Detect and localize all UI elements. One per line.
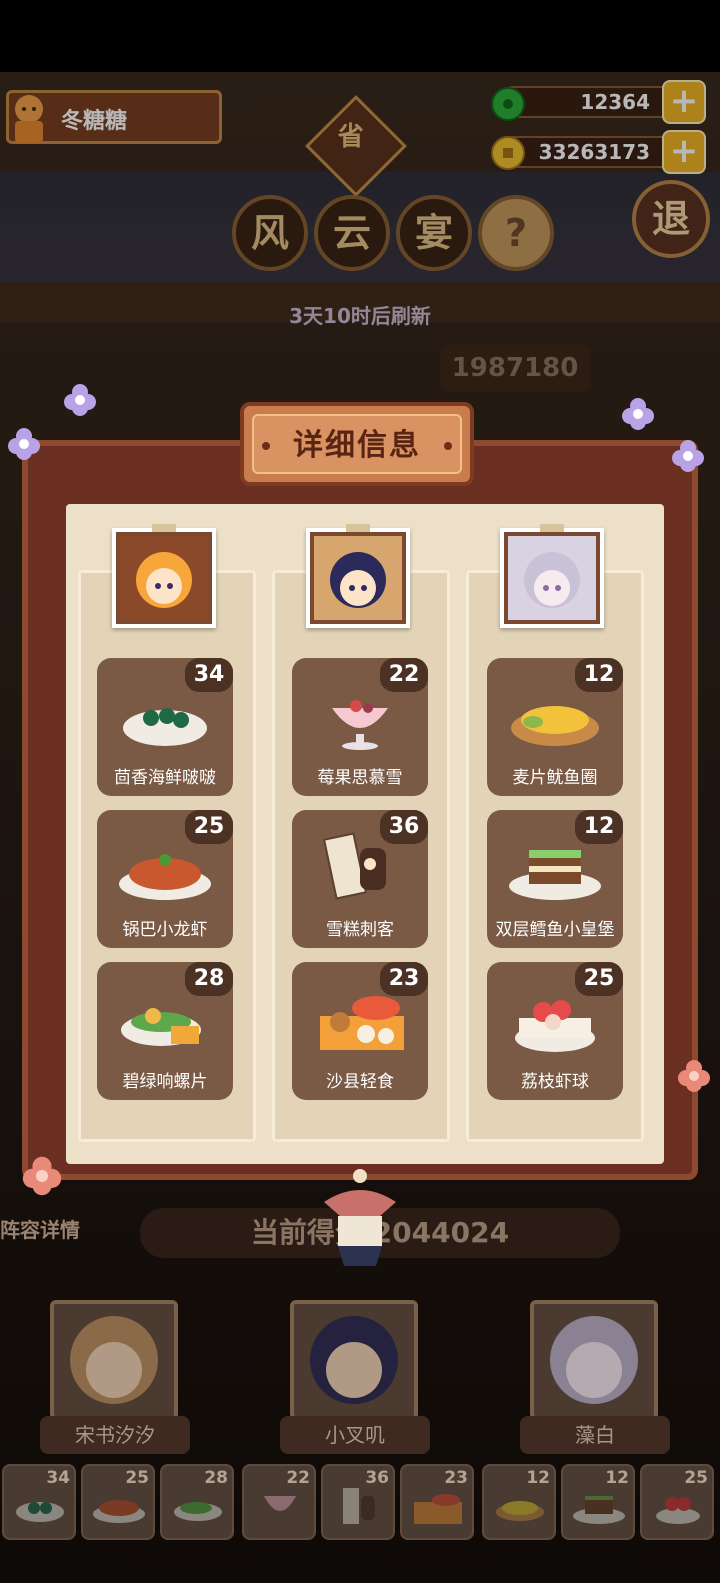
slot-count: 12 [605,1468,629,1488]
dish-icon [93,1500,145,1523]
chef-portrait-icon [120,536,208,620]
dish-name: 雪糕刺客 [326,920,394,940]
dish-count: 34 [185,658,233,692]
slot-count: 36 [365,1468,389,1488]
dish-count: 25 [185,810,233,844]
hero-icon [550,1316,638,1404]
dish-name: 锅巴小龙虾 [122,920,208,940]
dish-slot[interactable]: 36 [321,1464,395,1540]
dish-name: 沙县轻食 [326,1072,394,1092]
chef-portrait-icon [314,536,402,620]
dish-icon [414,1494,462,1524]
hero-portrait-1[interactable] [50,1300,178,1420]
portrait-pin [540,524,564,532]
dish-icon [264,1496,296,1511]
dish-icon [343,1488,375,1524]
flower-decoration [622,398,654,430]
hero-portrait-2[interactable] [290,1300,418,1420]
panel-title: 详细信息 [293,428,421,463]
hero-icon [70,1316,158,1404]
dish-slot[interactable]: 23 [400,1464,474,1540]
dish-slot[interactable]: 25 [81,1464,155,1540]
hero-name-1: 宋书汐汐 [40,1416,190,1454]
flower-decoration [64,384,96,416]
dish-slot[interactable]: 28 [160,1464,234,1540]
dish-card[interactable]: 36 雪糕刺客 [292,810,428,948]
hero-name-2: 小叉叽 [280,1416,430,1454]
slot-count: 12 [526,1468,550,1488]
hero-icon [310,1316,398,1404]
status-bar-area [0,0,720,72]
slot-count: 23 [444,1468,468,1488]
dish-card[interactable]: 34 茴香海鲜啵啵 [97,658,233,796]
dish-name: 碧绿响螺片 [122,1072,208,1092]
dish-icon [16,1502,64,1522]
dish-card[interactable]: 28 碧绿响螺片 [97,962,233,1100]
slot-count: 25 [125,1468,149,1488]
dish-slot[interactable]: 12 [561,1464,635,1540]
lineup-details-label[interactable]: 阵容详情 [0,1214,100,1254]
dish-icon [496,1501,544,1521]
dish-card[interactable]: 12 双层鳕鱼小皇堡 [487,810,623,948]
flower-decoration [22,1156,62,1196]
portrait-pin [152,524,176,532]
dish-count: 12 [575,810,623,844]
dish-name: 荔枝虾球 [521,1072,589,1092]
dish-card[interactable]: 25 锅巴小龙虾 [97,810,233,948]
dish-count: 25 [575,962,623,996]
dish-count: 28 [185,962,233,996]
portrait-3 [500,524,604,628]
hero-name-3: 藻白 [520,1416,670,1454]
slot-count: 22 [286,1468,310,1488]
dish-card[interactable]: 22 莓果思慕雪 [292,658,428,796]
portrait-2 [306,524,410,628]
flower-decoration [678,1060,710,1092]
flower-decoration [672,440,704,472]
dish-card[interactable]: 12 麦片鱿鱼圈 [487,658,623,796]
dish-card[interactable]: 23 沙县轻食 [292,962,428,1100]
hero-portrait-3[interactable] [530,1300,658,1420]
slot-count: 25 [684,1468,708,1488]
knot-decoration-icon [324,1169,396,1266]
dish-name: 茴香海鲜啵啵 [114,768,216,788]
dish-slot[interactable]: 25 [640,1464,714,1540]
slot-count: 34 [46,1468,70,1488]
dish-slot[interactable]: 34 [2,1464,76,1540]
dish-count: 22 [380,658,428,692]
portrait-1 [112,524,216,628]
dish-slot[interactable]: 22 [242,1464,316,1540]
chef-portrait-icon [508,536,596,620]
dish-count: 23 [380,962,428,996]
dish-icon [174,1502,222,1521]
portrait-pin [346,524,370,532]
slot-count: 28 [204,1468,228,1488]
dish-icon [573,1496,625,1524]
dish-name: 麦片鱿鱼圈 [512,768,598,788]
panel-title-plate: 详细信息 [240,402,474,486]
dish-card[interactable]: 25 荔枝虾球 [487,962,623,1100]
dish-name: 莓果思慕雪 [317,768,403,788]
dish-count: 12 [575,658,623,692]
dish-count: 36 [380,810,428,844]
dish-icon [656,1497,700,1524]
flower-decoration [8,428,40,460]
dish-slot[interactable]: 12 [482,1464,556,1540]
dish-name: 双层鳕鱼小皇堡 [495,920,615,940]
